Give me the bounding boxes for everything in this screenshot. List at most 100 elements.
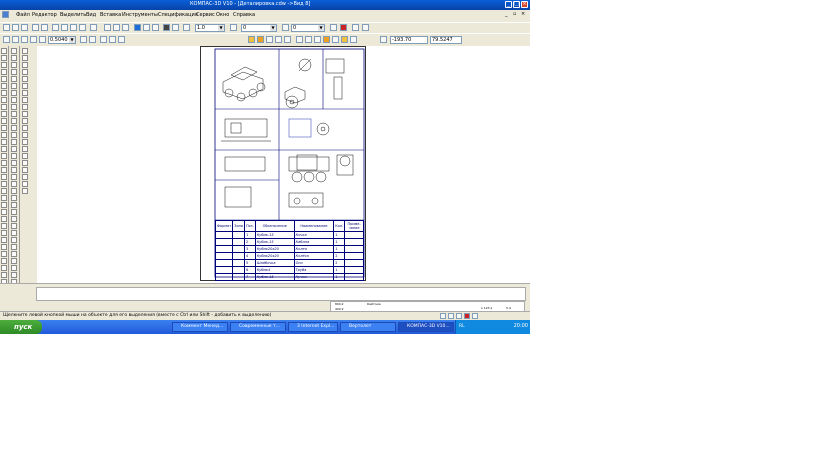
tool-icon[interactable] xyxy=(11,83,17,89)
table-row[interactable]: 3 Кубик20х20 Колея 1 xyxy=(214,245,364,253)
tool-icon[interactable] xyxy=(1,174,7,180)
snap-intersection-icon[interactable] xyxy=(275,36,282,43)
tool-icon[interactable] xyxy=(11,111,17,117)
task-button[interactable]: Вертолет xyxy=(340,322,396,332)
tool-icon[interactable] xyxy=(1,97,7,103)
tool-icon[interactable] xyxy=(11,174,17,180)
refresh-icon[interactable] xyxy=(100,36,107,43)
angle-icon[interactable] xyxy=(305,36,312,43)
tool-icon[interactable] xyxy=(11,181,17,187)
status-icon[interactable] xyxy=(448,313,454,319)
redo-icon[interactable] xyxy=(122,24,129,31)
menu-select[interactable]: Выделить xyxy=(60,12,86,18)
cursor-icon[interactable] xyxy=(332,36,339,43)
style-combo[interactable]: 0 ▼ xyxy=(291,24,325,32)
zoom-combo[interactable]: 0.5040 ▼ xyxy=(48,36,76,44)
library-icon[interactable] xyxy=(134,24,141,31)
menu-edit[interactable]: Редактор xyxy=(32,12,57,18)
tool-icon[interactable] xyxy=(1,76,7,82)
tool-icon[interactable] xyxy=(11,223,17,229)
tool-icon[interactable] xyxy=(1,237,7,243)
tool-icon[interactable] xyxy=(1,118,7,124)
regenerate-icon[interactable] xyxy=(109,36,116,43)
tool-icon[interactable] xyxy=(11,251,17,257)
tool-icon[interactable] xyxy=(11,118,17,124)
doc-min-icon[interactable]: _ xyxy=(505,11,508,17)
orthogonal-icon[interactable] xyxy=(296,36,303,43)
task-button-active[interactable]: КОМПАС-3D V10... xyxy=(398,322,454,332)
layers-icon[interactable] xyxy=(352,24,359,31)
view-icon[interactable] xyxy=(163,24,170,31)
tool-icon[interactable] xyxy=(11,104,17,110)
table-row[interactable]: 5 Шайбочка Оси 2 xyxy=(214,259,364,267)
table-row[interactable]: 7 Кубик-15 Кучки 1 xyxy=(214,273,364,281)
tool-icon[interactable] xyxy=(1,132,7,138)
undo-icon[interactable] xyxy=(113,24,120,31)
help-icon[interactable] xyxy=(172,24,179,31)
tool-icon[interactable] xyxy=(1,83,7,89)
tool-icon[interactable] xyxy=(22,153,28,159)
task-button[interactable]: Современные т... xyxy=(230,322,286,332)
bind-icon[interactable] xyxy=(350,36,357,43)
cut-icon[interactable] xyxy=(52,24,59,31)
tool-icon[interactable] xyxy=(22,174,28,180)
tool-icon[interactable] xyxy=(22,139,28,145)
status-icon[interactable] xyxy=(440,313,446,319)
snap-point-icon[interactable] xyxy=(257,36,264,43)
tool-icon[interactable] xyxy=(11,132,17,138)
tool-icon[interactable] xyxy=(1,265,7,271)
tool-icon[interactable] xyxy=(22,146,28,152)
tool-icon[interactable] xyxy=(22,188,28,194)
tool-icon[interactable] xyxy=(1,223,7,229)
tool-icon[interactable] xyxy=(22,83,28,89)
tool-icon[interactable] xyxy=(11,265,17,271)
tool-icon[interactable] xyxy=(11,167,17,173)
previous-view-icon[interactable] xyxy=(118,36,125,43)
copy-icon[interactable] xyxy=(61,24,68,31)
snap-toggle-icon[interactable] xyxy=(248,36,255,43)
tool-icon[interactable] xyxy=(11,125,17,131)
menu-help[interactable]: Справка xyxy=(233,12,255,18)
drawing-sheet[interactable]: Формат Зона Поз. Обозначение Наименовани… xyxy=(200,46,366,281)
pan-icon[interactable] xyxy=(80,36,87,43)
tool-icon[interactable] xyxy=(1,202,7,208)
tool-icon[interactable] xyxy=(1,188,7,194)
tool-icon[interactable] xyxy=(1,90,7,96)
maximize-button[interactable]: □ xyxy=(513,1,520,8)
tool-icon[interactable] xyxy=(22,167,28,173)
zoom-out-icon[interactable] xyxy=(12,36,19,43)
tool-icon[interactable] xyxy=(1,209,7,215)
tool-icon[interactable] xyxy=(1,146,7,152)
table-row[interactable]: 6 Кубик4 Труба 1 xyxy=(214,266,364,274)
tool-icon[interactable] xyxy=(11,76,17,82)
tool-icon[interactable] xyxy=(1,69,7,75)
task-button[interactable]: 3 Internet Expl... xyxy=(288,322,338,332)
menu-window[interactable]: Окно xyxy=(216,12,229,18)
tool-icon[interactable] xyxy=(11,230,17,236)
tool-icon[interactable] xyxy=(1,167,7,173)
tool-icon[interactable] xyxy=(22,118,28,124)
tool-icon[interactable] xyxy=(22,76,28,82)
print-icon[interactable] xyxy=(32,24,39,31)
tool-icon[interactable] xyxy=(22,132,28,138)
tool-icon[interactable] xyxy=(11,258,17,264)
local-cs-icon[interactable] xyxy=(323,36,330,43)
tool-icon[interactable] xyxy=(11,209,17,215)
color-icon[interactable] xyxy=(362,24,369,31)
tool-icon[interactable] xyxy=(11,153,17,159)
zoom-window-icon[interactable] xyxy=(21,36,28,43)
tool-icon[interactable] xyxy=(11,244,17,250)
status-icon[interactable] xyxy=(456,313,462,319)
layer-combo[interactable]: 0 ▼ xyxy=(241,24,277,32)
tool-icon[interactable] xyxy=(1,160,7,166)
tool-icon[interactable] xyxy=(22,181,28,187)
tool-icon[interactable] xyxy=(1,181,7,187)
parametric-icon[interactable] xyxy=(314,36,321,43)
step-combo[interactable]: 1.0 ▼ xyxy=(195,24,225,32)
tool-icon[interactable] xyxy=(1,153,7,159)
tool-icon[interactable] xyxy=(1,230,7,236)
tool-icon[interactable] xyxy=(11,202,17,208)
tool-icon[interactable] xyxy=(1,111,7,117)
language-indicator[interactable]: RL xyxy=(459,324,465,329)
tool-icon[interactable] xyxy=(11,216,17,222)
